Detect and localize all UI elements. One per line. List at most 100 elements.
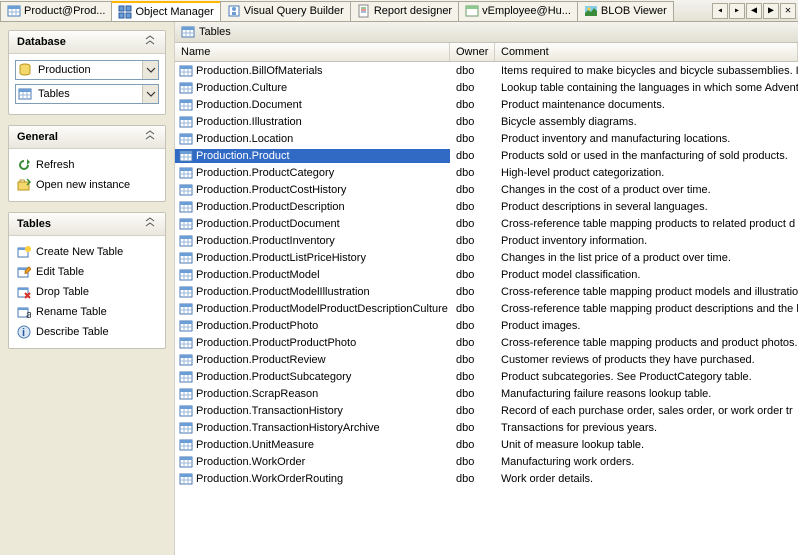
tab-object-manager[interactable]: Object Manager xyxy=(111,1,220,21)
table-row[interactable]: Production.ProductCategorydboHigh-level … xyxy=(175,164,798,181)
cell-comment: Product model classification. xyxy=(495,269,798,281)
cell-owner: dbo xyxy=(450,269,495,281)
tab-vemployee-hu[interactable]: vEmployee@Hu... xyxy=(458,1,578,21)
cell-comment: Cross-reference table mapping product mo… xyxy=(495,286,798,298)
cell-name: Production.Document xyxy=(175,98,450,112)
info-icon xyxy=(17,325,31,339)
table-row[interactable]: Production.TransactionHistorydboRecord o… xyxy=(175,402,798,419)
cell-comment: Bicycle assembly diagrams. xyxy=(495,116,798,128)
table-name: Production.ProductModel xyxy=(196,269,320,281)
scope-combo[interactable]: Tables xyxy=(15,84,159,104)
database-combo[interactable]: Production xyxy=(15,60,159,80)
tab-product-prod[interactable]: Product@Prod... xyxy=(0,1,112,21)
table-name: Production.Location xyxy=(196,133,293,145)
table-name: Production.ProductDocument xyxy=(196,218,340,230)
table-row[interactable]: Production.ProductInventorydboProduct in… xyxy=(175,232,798,249)
panel-header-database[interactable]: Database xyxy=(9,31,165,54)
table-row[interactable]: Production.ProductdboProducts sold or us… xyxy=(175,147,798,164)
table-row[interactable]: Production.Location dboProduct inventory … xyxy=(175,130,798,147)
table-name: Production.WorkOrderRouting xyxy=(196,473,343,485)
tab-close[interactable]: ✕ xyxy=(780,3,796,19)
table-icon xyxy=(179,438,193,452)
cell-owner: dbo xyxy=(450,286,495,298)
table-row[interactable]: Production.BillOfMaterialsdboItems requi… xyxy=(175,62,798,79)
panel-header-tables[interactable]: Tables xyxy=(9,213,165,236)
table-row[interactable]: Production.UnitMeasuredboUnit of measure… xyxy=(175,436,798,453)
cell-comment: Manufacturing failure reasons lookup tab… xyxy=(495,388,798,400)
cell-name: Production.ProductReview xyxy=(175,353,450,367)
cell-owner: dbo xyxy=(450,388,495,400)
cell-comment: Product descriptions in several language… xyxy=(495,201,798,213)
table-row[interactable]: Production.ProductProductPhotodboCross-r… xyxy=(175,334,798,351)
tab-scroll-right[interactable]: ▸ xyxy=(729,3,745,19)
table-row[interactable]: Production.ProductModel dboProduct model … xyxy=(175,266,798,283)
cell-name: Production.TransactionHistoryArchive xyxy=(175,421,450,435)
table-row[interactable]: Production.ProductModelIllustrationdboCr… xyxy=(175,283,798,300)
column-name[interactable]: Name xyxy=(175,43,450,61)
table-name: Production.ScrapReason xyxy=(196,388,318,400)
action-rename-table[interactable]: Rename Table xyxy=(15,302,159,322)
table-name: Production.ProductCostHistory xyxy=(196,184,346,196)
tab-next[interactable]: ▶ xyxy=(763,3,779,19)
cell-name: Production.ProductDocument xyxy=(175,217,450,231)
table-row[interactable]: Production.ProductPhotodboProduct images… xyxy=(175,317,798,334)
table-row[interactable]: Production.ProductModelProductDescriptio… xyxy=(175,300,798,317)
table-row[interactable]: Production.CulturedboLookup table contai… xyxy=(175,79,798,96)
action-edit-table[interactable]: Edit Table xyxy=(15,262,159,282)
action-refresh[interactable]: Refresh xyxy=(15,155,159,175)
cell-comment: Product inventory and manufacturing loca… xyxy=(495,133,798,145)
cell-comment: Cross-reference table mapping products a… xyxy=(495,337,798,349)
table-row[interactable]: Production.ProductCostHistorydboChanges … xyxy=(175,181,798,198)
table-icon xyxy=(179,404,193,418)
tab-blob-viewer[interactable]: BLOB Viewer xyxy=(577,1,674,21)
column-owner[interactable]: Owner xyxy=(450,43,495,61)
column-comment[interactable]: Comment xyxy=(495,43,798,61)
panel-title: General xyxy=(17,131,58,143)
chevron-down-icon[interactable] xyxy=(142,85,158,103)
cell-owner: dbo xyxy=(450,133,495,145)
cell-comment: Product maintenance documents. xyxy=(495,99,798,111)
cell-comment: Items required to make bicycles and bicy… xyxy=(495,65,798,77)
action-label: Drop Table xyxy=(36,286,89,298)
action-label: Edit Table xyxy=(36,266,84,278)
tab-report-designer[interactable]: Report designer xyxy=(350,1,459,21)
chevron-down-icon[interactable] xyxy=(142,61,158,79)
table-row[interactable]: Production.WorkOrderRoutingdboWork order… xyxy=(175,470,798,487)
table-row[interactable]: Production.ProductListPriceHistorydboCha… xyxy=(175,249,798,266)
table-row[interactable]: Production.IllustrationdboBicycle assemb… xyxy=(175,113,798,130)
om-icon xyxy=(118,5,132,19)
table-icon xyxy=(179,336,193,350)
table-row[interactable]: Production.ProductDescriptiondboProduct … xyxy=(175,198,798,215)
rename-icon xyxy=(17,305,31,319)
cell-owner: dbo xyxy=(450,99,495,111)
table-row[interactable]: Production.DocumentdboProduct maintenanc… xyxy=(175,96,798,113)
action-open-new-instance[interactable]: Open new instance xyxy=(15,175,159,195)
tab-visual-query-builder[interactable]: Visual Query Builder xyxy=(220,1,351,21)
table-row[interactable]: Production.ProductSubcategorydboProduct … xyxy=(175,368,798,385)
tab-label: Product@Prod... xyxy=(24,5,105,17)
cell-owner: dbo xyxy=(450,167,495,179)
cell-owner: dbo xyxy=(450,184,495,196)
cell-owner: dbo xyxy=(450,337,495,349)
table-name: Production.Illustration xyxy=(196,116,302,128)
general-panel: General RefreshOpen new instance xyxy=(8,125,166,202)
action-drop-table[interactable]: Drop Table xyxy=(15,282,159,302)
table-row[interactable]: Production.TransactionHistoryArchivedboT… xyxy=(175,419,798,436)
table-row[interactable]: Production.ScrapReason dboManufacturing f… xyxy=(175,385,798,402)
table-row[interactable]: Production.ProductDocumentdboCross-refer… xyxy=(175,215,798,232)
action-create-new-table[interactable]: Create New Table xyxy=(15,242,159,262)
cell-owner: dbo xyxy=(450,405,495,417)
cell-comment: Product inventory information. xyxy=(495,235,798,247)
drop-icon xyxy=(17,285,31,299)
table-row[interactable]: Production.ProductReviewdboCustomer revi… xyxy=(175,351,798,368)
cell-name: Production.ProductModelIllustration xyxy=(175,285,450,299)
action-describe-table[interactable]: Describe Table xyxy=(15,322,159,342)
tab-prev[interactable]: ◀ xyxy=(746,3,762,19)
table-name: Production.ProductPhoto xyxy=(196,320,318,332)
panel-header-general[interactable]: General xyxy=(9,126,165,149)
table-icon xyxy=(179,64,193,78)
tab-scroll-left[interactable]: ◂ xyxy=(712,3,728,19)
cell-owner: dbo xyxy=(450,235,495,247)
grid-body[interactable]: Production.BillOfMaterialsdboItems requi… xyxy=(175,62,798,555)
table-row[interactable]: Production.WorkOrderdboManufacturing wor… xyxy=(175,453,798,470)
